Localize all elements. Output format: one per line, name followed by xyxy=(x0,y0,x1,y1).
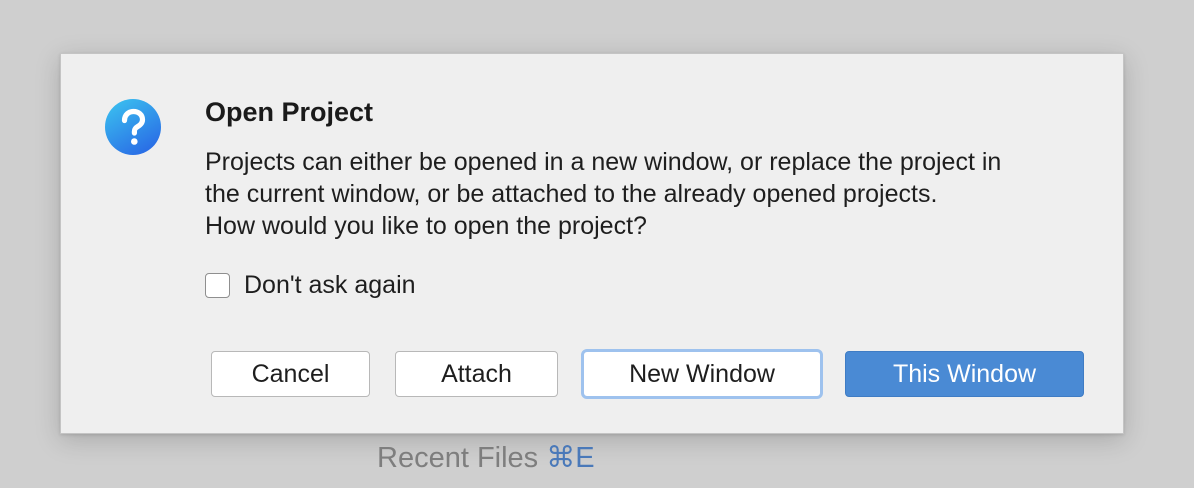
this-window-button[interactable]: This Window xyxy=(845,351,1084,397)
message-line: How would you like to open the project? xyxy=(205,212,647,240)
recent-files-label: Recent Files xyxy=(377,442,539,474)
recent-files-shortcut: ⌘E xyxy=(546,442,595,474)
attach-button[interactable]: Attach xyxy=(395,351,558,397)
new-window-button[interactable]: New Window xyxy=(581,349,823,399)
recent-files-hint: Recent Files ⌘E xyxy=(377,440,595,475)
question-icon xyxy=(105,99,161,155)
dont-ask-again-checkbox[interactable] xyxy=(205,272,230,298)
dialog-title: Open Project xyxy=(205,97,374,127)
open-project-dialog: Open Project Projects can either be open… xyxy=(60,53,1124,434)
cancel-button[interactable]: Cancel xyxy=(211,351,370,397)
dialog-message: Projects can either be opened in a new w… xyxy=(205,146,1105,242)
message-line: the current window, or be attached to th… xyxy=(205,180,938,208)
dont-ask-again-label[interactable]: Don't ask again xyxy=(244,271,416,300)
message-line: Projects can either be opened in a new w… xyxy=(205,148,1002,176)
dont-ask-again-option[interactable]: Don't ask again xyxy=(205,270,416,300)
